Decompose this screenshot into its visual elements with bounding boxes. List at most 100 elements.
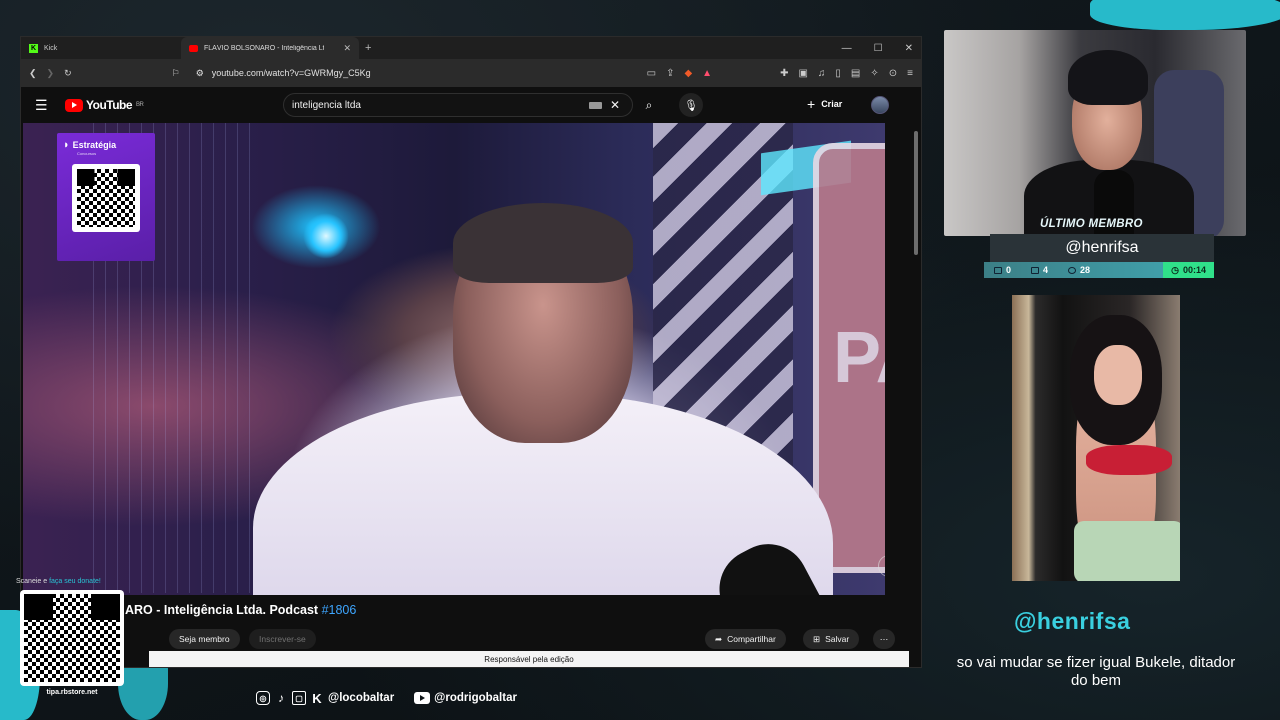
chat-message: so vai mudar se fizer igual Bukele, dita… [956,654,1236,689]
chat-count-value: 0 [1006,265,1012,275]
extensions-icon[interactable]: ✚ [780,68,788,79]
sponsor-qr-code[interactable] [72,164,140,232]
donate-caption: Scaneie e faça seu donate! [16,578,130,590]
cast-icon[interactable]: ▭ [647,68,656,79]
subs-count: 28 [1058,265,1100,275]
youtube-logo-text: YouTube [86,98,133,112]
tab-youtube[interactable]: FLÁVIO BOLSONARO - Inteligência Ltda ✕ [181,37,359,59]
menu-icon[interactable]: ≡ [907,68,913,79]
guest [253,203,851,595]
share-button[interactable]: ➦ Compartilhar [705,629,786,649]
video-icon [1031,266,1040,274]
ai-icon[interactable]: ✧ [870,68,878,79]
search-button[interactable]: ⌕ [629,93,669,117]
subscribe-button[interactable]: Inscrever-se [249,629,316,649]
tiktok-icon: ♪ [278,691,284,705]
qr-pattern [77,169,135,227]
qr-pattern [24,594,120,682]
close-window-icon[interactable]: ✕ [905,43,913,54]
avatar[interactable] [871,96,889,114]
share-label: Compartilhar [727,634,776,644]
wallet-icon[interactable]: ▤ [851,68,860,79]
share-icon[interactable]: ⇪ [666,68,674,79]
address-bar: ❮ ❯ ↻ ⚐ ⚙ youtube.com/watch?v=GWRMgy_C5K… [21,59,921,87]
stream-stats: 0 4 28 ◷ 00:14 [984,262,1214,278]
youtube-handle: @rodrigobaltar [434,692,517,704]
donate-highlight: faça seu donate! [49,578,101,585]
scrollbar[interactable] [913,123,919,665]
chat-count: 0 [984,265,1021,275]
stream-overlay: K Kick FLÁVIO BOLSONARO - Inteligência L… [0,0,1280,720]
vpn-icon[interactable]: ⊙ [889,68,897,79]
donate-prefix: Scaneie e [16,578,48,585]
youtube-logo[interactable]: YouTube BR [65,98,144,112]
kick-logo-icon: K [29,43,38,53]
video-player[interactable]: PA ◗ Estratégia Concursos [23,123,885,595]
gif-top [1086,445,1172,475]
save-icon: ⊞ [813,633,821,644]
voice-search-button[interactable]: 🎙 [679,93,703,117]
search-input[interactable]: inteligencia ltda ✕ [283,93,633,117]
forward-icon[interactable]: ❯ [47,68,55,79]
timer-value: 00:14 [1182,265,1206,275]
youtube-header: ☰ YouTube BR inteligencia ltda ✕ ⌕ 🎙 + C… [21,87,921,123]
back-icon[interactable]: ❮ [29,68,37,79]
tab-bar: K Kick FLÁVIO BOLSONARO - Inteligência L… [21,37,921,59]
sponsor-logo-icon: ◗ [63,139,70,151]
video-actions: Seja membro Inscrever-se ➦ Compartilhar ⊞… [21,629,901,653]
last-member-label: ÚLTIMO MEMBRO [1040,218,1143,230]
stream-timer: ◷ 00:14 [1163,262,1214,278]
search-value: inteligencia ltda [292,99,361,111]
donate-url: tipa.rbstore.net [46,688,98,696]
social-handles: ◎ ♪ ▢ K @locobaltar @rodrigobaltar [256,688,517,708]
video-title-text: ARO - Inteligência Ltda. Podcast [125,603,319,617]
last-member-name: @henrifsa [1065,239,1139,256]
music-icon[interactable]: ♫ [818,68,826,79]
window-controls: — ☐ ✕ [842,37,913,59]
sponsor-sub: Concursos [77,151,97,156]
tab-label: FLÁVIO BOLSONARO - Inteligência Ltda [204,44,324,52]
create-label: Criar [821,99,843,109]
url-text: youtube.com/watch?v=GWRMgy_C5Kg [211,68,371,78]
minimize-icon[interactable]: — [842,43,852,54]
maximize-icon[interactable]: ☐ [874,43,883,54]
save-button[interactable]: ⊞ Salvar [803,629,860,649]
sidebar-icon[interactable]: ▯ [835,68,841,79]
create-button[interactable]: + Criar [807,96,842,112]
hamburger-menu-icon[interactable]: ☰ [35,97,65,114]
sponsor-name: Estratégia [72,140,117,150]
stop-sign-text: PA [833,318,885,398]
more-actions-button[interactable]: ⋯ [873,629,895,649]
rewards-icon[interactable]: ▲ [702,68,712,79]
screenshot-icon[interactable]: ▣ [798,68,807,79]
tab-label: Kick [44,44,58,52]
chat-icon [994,266,1002,274]
reload-icon[interactable]: ↻ [64,68,72,79]
twitch-icon: ▢ [292,691,306,705]
brave-shield-icon[interactable]: ◆ [684,68,692,79]
sponsor-brand: ◗ Estratégia [63,139,149,151]
share-icon: ➦ [715,633,723,644]
donate-qr-code[interactable] [20,590,124,686]
tab-kick[interactable]: K Kick [21,37,181,59]
close-tab-icon[interactable]: ✕ [343,43,351,54]
new-tab-icon[interactable]: + [365,42,371,54]
kick-handle: @locobaltar [328,692,395,704]
youtube-icon [414,692,431,704]
search-icon: ⌕ [645,97,653,112]
video-count-value: 4 [1043,265,1049,275]
url-field[interactable]: ⚙ youtube.com/watch?v=GWRMgy_C5Kg [190,63,637,83]
video-hashtag[interactable]: #1806 [322,603,357,617]
clear-search-icon[interactable]: ✕ [610,98,620,112]
site-settings-icon[interactable]: ⚙ [196,68,204,79]
bookmark-icon[interactable]: ⚐ [172,68,180,79]
join-button[interactable]: Seja membro [169,629,240,649]
extensions: ▭ ⇪ ◆ ▲ ✚ ▣ ♫ ▯ ▤ ✧ ⊙ ≡ [647,68,913,79]
sponsor-card[interactable]: ◗ Estratégia Concursos [57,133,155,261]
gif-shorts [1074,521,1180,581]
clock-icon: ◷ [1171,264,1179,275]
keyboard-icon[interactable] [588,101,602,109]
streamer-hair [1068,50,1148,105]
scrollbar-thumb[interactable] [914,131,918,255]
